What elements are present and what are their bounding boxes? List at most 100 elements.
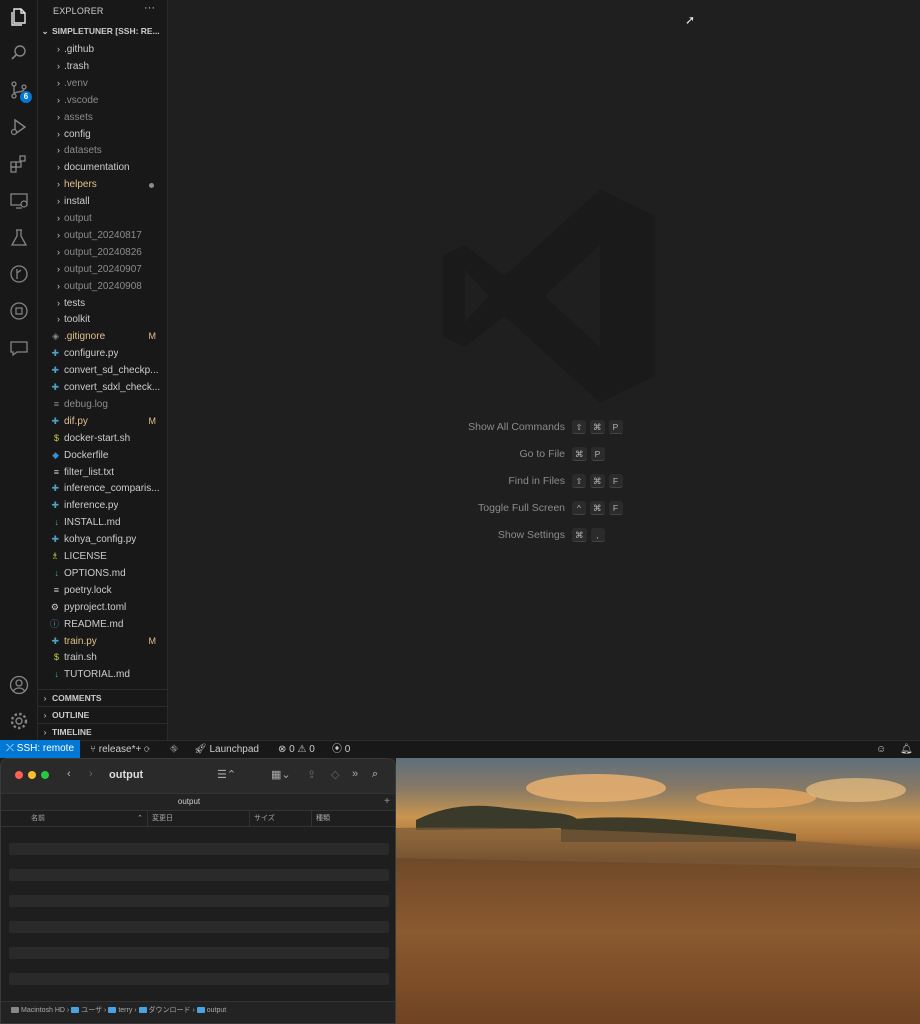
grid-group-icon[interactable]: ▦⌄ [271,768,291,781]
folder-item[interactable]: › datasets [38,142,167,159]
path-disk[interactable]: Macintosh HD [11,1007,65,1014]
folder-item[interactable]: › documentation [38,159,167,176]
file-item[interactable]: ↓ INSTALL.md [38,514,167,531]
close-window-button[interactable] [15,771,23,779]
folder-item[interactable]: › toolkit [38,311,167,328]
search-icon[interactable] [8,42,30,64]
launchpad-indicator[interactable]: 🚀︎ Launchpad [194,741,259,758]
folder-item[interactable]: › output_20240817 [38,227,167,244]
folder-item[interactable]: › tests [38,295,167,312]
account-icon[interactable] [8,674,30,696]
git-graph-status-icon[interactable]: ⛗ [170,741,178,758]
section-timeline[interactable]: › TIMELINE [38,723,167,740]
finder-tab[interactable]: output [1,794,377,810]
new-tab-icon[interactable]: + [379,794,395,810]
shortcut-row[interactable]: Find in Files ⇧ ⌘ F [438,473,858,489]
editor-area[interactable]: Show All Commands ⇧ ⌘ P Go to File ⌘ P Find in … [168,0,920,740]
file-item[interactable]: ⚙ pyproject.toml [38,599,167,616]
path-terry[interactable]: terry [108,1007,132,1014]
list-item[interactable] [9,869,389,881]
file-item[interactable]: ⓘ README.md [38,616,167,633]
branch-indicator[interactable]: ⑂ release*+ ⟳ [90,741,150,758]
file-item[interactable]: ✚ convert_sdxl_check... [38,379,167,396]
path-downloads[interactable]: ダウンロード [138,1007,191,1014]
chat-icon[interactable] [8,337,30,359]
file-item[interactable]: ✚ train.py M [38,633,167,650]
file-item[interactable]: ≡ debug.log [38,396,167,413]
list-item[interactable] [9,973,389,985]
back-icon[interactable]: ‹ [67,768,71,780]
file-item[interactable]: ✚ inference_comparis... [38,480,167,497]
folder-item[interactable]: › output_20240908 [38,278,167,295]
list-item[interactable] [9,895,389,907]
notifications-bell-icon[interactable]: 🔔︎ [900,741,913,758]
testing-icon[interactable] [8,227,30,249]
git-graph-icon[interactable] [8,263,30,285]
section-comments[interactable]: › COMMENTS [38,689,167,706]
zoom-window-button[interactable] [41,771,49,779]
folder-item[interactable]: › .trash [38,58,167,75]
shortcut-row[interactable]: Show All Commands ⇧ ⌘ P [438,419,858,435]
finder-search-icon[interactable]: ⌕ [372,768,378,781]
file-item[interactable]: ≡ filter_list.txt [38,464,167,481]
file-item[interactable]: ♗ LICENSE [38,548,167,565]
remote-explorer-icon[interactable] [8,190,30,212]
list-item[interactable] [9,921,389,933]
extensions-icon[interactable] [8,153,30,175]
folder-item[interactable]: › .vscode [38,92,167,109]
file-item[interactable]: ↓ OPTIONS.md [38,565,167,582]
file-item[interactable]: ✚ inference.py [38,497,167,514]
shortcut-row[interactable]: Toggle Full Screen ^ ⌘ F [438,500,858,516]
folder-item[interactable]: › config [38,126,167,143]
problems-indicator[interactable]: ⊗ 0 ⚠ 0 [278,741,315,758]
path-users[interactable]: ユーザ [71,1007,102,1014]
file-item[interactable]: ✚ kohya_config.py [38,531,167,548]
shortcut-row[interactable]: Go to File ⌘ P [438,446,858,462]
tag-icon[interactable]: ◇ [331,768,339,781]
folder-item[interactable]: › install [38,193,167,210]
run-debug-icon[interactable] [8,116,30,138]
files-icon[interactable] [8,6,30,28]
column-name[interactable]: 名前 ⌃ [27,811,147,827]
chevron-right-icon: › [57,263,60,274]
copilot-icon[interactable]: ☺ [876,741,886,758]
path-output[interactable]: output [196,1007,226,1014]
file-type-icon: ↓ [54,567,60,578]
minimize-window-button[interactable] [28,771,36,779]
file-item[interactable]: ◆ Dockerfile [38,447,167,464]
column-kind[interactable]: 種類 [311,811,395,827]
folder-item[interactable]: › .venv [38,75,167,92]
list-view-icon[interactable]: ☰⌃ [217,768,236,781]
forward-icon[interactable]: › [89,768,93,780]
list-item[interactable] [9,843,389,855]
file-item[interactable]: $ docker-start.sh [38,430,167,447]
column-size[interactable]: サイズ [249,811,311,827]
file-item[interactable]: ✚ configure.py [38,345,167,362]
workspace-header[interactable]: ⌄ SIMPLETUNER [SSH: RE... [38,26,167,40]
keycap: P [590,447,605,461]
folder-item[interactable]: › output [38,210,167,227]
section-outline[interactable]: › OUTLINE [38,706,167,723]
more-actions-icon[interactable]: ··· [144,2,155,14]
sync-icon[interactable]: ⟳ [144,744,150,755]
manage-gear-icon[interactable] [8,710,30,732]
shortcut-row[interactable]: Show Settings ⌘, [438,527,858,543]
file-item[interactable]: ✚ dif.py M [38,413,167,430]
list-item[interactable] [9,947,389,959]
share-icon[interactable]: ⇪ [307,768,316,781]
file-item[interactable]: $ train.sh [38,649,167,666]
file-item[interactable]: ↓ TUTORIAL.md [38,666,167,683]
more-toolbar-icon[interactable]: » [352,768,358,780]
file-item[interactable]: ◈ .gitignore M [38,328,167,345]
file-item[interactable]: ≡ poetry.lock [38,582,167,599]
folder-item[interactable]: › output_20240907 [38,261,167,278]
docker-icon[interactable] [8,300,30,322]
remote-indicator[interactable]: ⤬ SSH: remote [0,740,81,758]
ports-indicator[interactable]: ⦿ 0 [332,741,350,758]
folder-item[interactable]: › helpers [38,176,167,193]
file-item[interactable]: ✚ convert_sd_checkp... [38,362,167,379]
column-modified[interactable]: 変更日 [147,811,249,827]
folder-item[interactable]: › .github [38,41,167,58]
folder-item[interactable]: › assets [38,109,167,126]
folder-item[interactable]: › output_20240826 [38,244,167,261]
